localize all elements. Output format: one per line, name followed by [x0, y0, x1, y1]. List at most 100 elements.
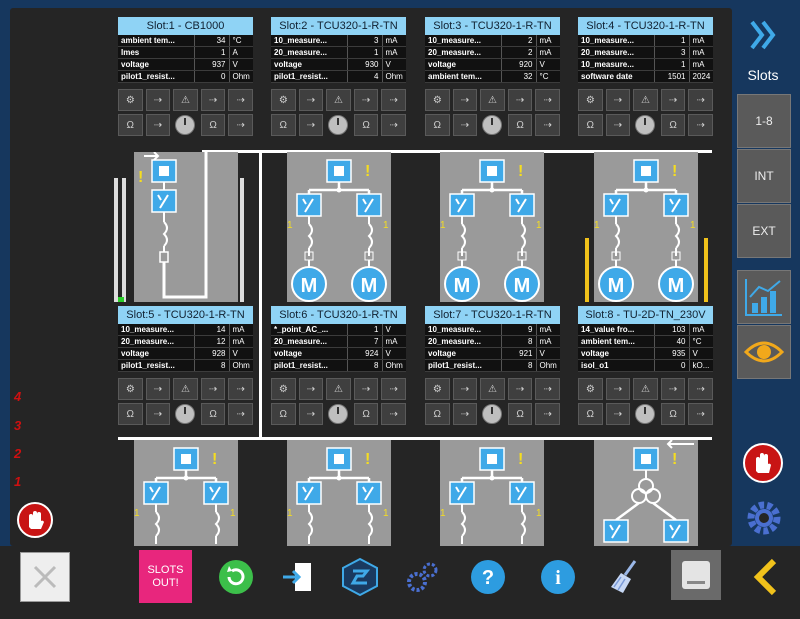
switch-icon[interactable]: ⇢: [605, 89, 631, 111]
switch-icon[interactable]: ⇢: [145, 378, 171, 400]
slot-card[interactable]: Slot:8 - TU-2D-TN_230V 14_value fro... 103…: [578, 306, 713, 425]
resistance-icon[interactable]: Ω: [118, 114, 143, 136]
slot-circuit-diagram[interactable]: ! 1 1: [134, 440, 238, 546]
switch-icon[interactable]: ⇢: [200, 89, 226, 111]
resistance-icon[interactable]: Ω: [578, 403, 603, 425]
switch-icon[interactable]: ⇢: [200, 378, 226, 400]
breaker-icon[interactable]: ⇢: [688, 114, 713, 136]
configuration-button[interactable]: [397, 552, 447, 602]
logo-button[interactable]: [335, 552, 385, 602]
switch-icon[interactable]: ⇢: [605, 403, 631, 425]
switch-icon[interactable]: ⇢: [298, 378, 324, 400]
resistance-icon[interactable]: Ω: [271, 114, 296, 136]
motor-status-icon[interactable]: ⚙: [425, 89, 450, 111]
switch-icon[interactable]: ⇢: [145, 114, 171, 136]
slots-out-button[interactable]: SLOTS OUT!: [139, 550, 192, 603]
breaker-icon[interactable]: ⇢: [228, 403, 253, 425]
slot-circuit-diagram[interactable]: !: [134, 151, 238, 302]
motor-status-icon[interactable]: ⚙: [425, 378, 450, 400]
resistance-icon[interactable]: Ω: [660, 114, 686, 136]
switch-icon[interactable]: ⇢: [298, 403, 324, 425]
settings-gear-button[interactable]: [744, 498, 784, 538]
resistance-icon[interactable]: Ω: [507, 403, 533, 425]
slot-title[interactable]: Slot:1 - CB1000: [118, 17, 253, 35]
slot-title[interactable]: Slot:2 - TCU320-1-R-TN: [271, 17, 406, 35]
breaker-icon[interactable]: ⇢: [535, 89, 560, 111]
breaker-icon[interactable]: ⇢: [228, 114, 253, 136]
slots-1-8-button[interactable]: 1-8: [737, 94, 791, 148]
slot-card[interactable]: Slot:1 - CB1000 ambient tem... 34 °C Imes 1 Av…: [118, 17, 253, 136]
warning-icon[interactable]: ⚠: [633, 89, 658, 111]
switch-icon[interactable]: ⇢: [298, 114, 324, 136]
switch-icon[interactable]: ⇢: [660, 378, 686, 400]
slot-title[interactable]: Slot:6 - TCU320-1-R-TN: [271, 306, 406, 324]
slot-card[interactable]: Slot:2 - TCU320-1-R-TN 10_measure... 3 mA 20…: [271, 17, 406, 136]
chart-view-button[interactable]: [737, 270, 791, 324]
slot-card[interactable]: Slot:5 - TCU320-1-R-TN 10_measure... 14 mA 2…: [118, 306, 253, 425]
switch-icon[interactable]: ⇢: [452, 403, 478, 425]
slot-title[interactable]: Slot:8 - TU-2D-TN_230V: [578, 306, 713, 324]
switch-icon[interactable]: ⇢: [605, 114, 631, 136]
motor-status-icon[interactable]: ⚙: [271, 89, 296, 111]
switch-icon[interactable]: ⇢: [353, 89, 379, 111]
breaker-icon[interactable]: ⇢: [228, 89, 253, 111]
expand-chevron-icon[interactable]: [746, 18, 780, 52]
resistance-icon[interactable]: Ω: [507, 114, 533, 136]
switch-icon[interactable]: ⇢: [452, 89, 478, 111]
motor-status-icon[interactable]: ⚙: [271, 378, 296, 400]
slot-card[interactable]: Slot:3 - TCU320-1-R-TN 10_measure... 2 mA 20…: [425, 17, 560, 136]
switch-icon[interactable]: ⇢: [353, 378, 379, 400]
switch-icon[interactable]: ⇢: [145, 89, 171, 111]
slot-card[interactable]: Slot:7 - TCU320-1-R-TN 10_measure... 9 mA 20…: [425, 306, 560, 425]
int-button[interactable]: INT: [737, 149, 791, 203]
emergency-stop-button-right[interactable]: [742, 442, 784, 484]
switch-icon[interactable]: ⇢: [298, 89, 324, 111]
info-button[interactable]: i: [533, 552, 583, 602]
ext-button[interactable]: EXT: [737, 204, 791, 258]
warning-icon[interactable]: ⚠: [480, 378, 505, 400]
breaker-icon[interactable]: ⇢: [688, 89, 713, 111]
slot-card[interactable]: Slot:4 - TCU320-1-R-TN 10_measure... 1 mA 20…: [578, 17, 713, 136]
breaker-icon[interactable]: ⇢: [535, 114, 560, 136]
emergency-stop-button-left[interactable]: [16, 501, 54, 539]
warning-icon[interactable]: ⚠: [326, 378, 351, 400]
switch-icon[interactable]: ⇢: [452, 114, 478, 136]
refresh-button[interactable]: [211, 552, 261, 602]
slot-card[interactable]: Slot:6 - TCU320-1-R-TN *_point_AC_... 1 V 20…: [271, 306, 406, 425]
resistance-icon[interactable]: Ω: [353, 114, 379, 136]
resistance-icon[interactable]: Ω: [200, 403, 226, 425]
resistance-icon[interactable]: Ω: [425, 114, 450, 136]
switch-icon[interactable]: ⇢: [660, 89, 686, 111]
motor-status-icon[interactable]: ⚙: [578, 378, 603, 400]
close-button[interactable]: [20, 552, 70, 602]
dial-icon[interactable]: [326, 403, 351, 425]
slot-circuit-diagram[interactable]: ! 1 1 M M: [594, 152, 698, 302]
clear-button[interactable]: [600, 552, 650, 602]
help-button[interactable]: ?: [463, 552, 513, 602]
breaker-icon[interactable]: ⇢: [381, 378, 406, 400]
motor-status-icon[interactable]: ⚙: [578, 89, 603, 111]
slot-circuit-diagram[interactable]: !: [594, 439, 698, 546]
slot-title[interactable]: Slot:7 - TCU320-1-R-TN: [425, 306, 560, 324]
slot-circuit-diagram[interactable]: ! 1 1 M M: [287, 152, 391, 302]
dial-icon[interactable]: [173, 403, 198, 425]
slot-title[interactable]: Slot:4 - TCU320-1-R-TN: [578, 17, 713, 35]
breaker-icon[interactable]: ⇢: [228, 378, 253, 400]
back-chevron-button[interactable]: [742, 552, 788, 602]
breaker-icon[interactable]: ⇢: [381, 114, 406, 136]
resistance-icon[interactable]: Ω: [118, 403, 143, 425]
slot-title[interactable]: Slot:3 - TCU320-1-R-TN: [425, 17, 560, 35]
resistance-icon[interactable]: Ω: [425, 403, 450, 425]
slot-circuit-diagram[interactable]: ! 1 1: [440, 440, 544, 546]
warning-icon[interactable]: ⚠: [173, 89, 198, 111]
resistance-icon[interactable]: Ω: [660, 403, 686, 425]
dial-icon[interactable]: [633, 403, 658, 425]
dial-icon[interactable]: [480, 403, 505, 425]
motor-status-icon[interactable]: ⚙: [118, 89, 143, 111]
breaker-icon[interactable]: ⇢: [381, 403, 406, 425]
breaker-icon[interactable]: ⇢: [535, 378, 560, 400]
dial-icon[interactable]: [173, 114, 198, 136]
warning-icon[interactable]: ⚠: [173, 378, 198, 400]
switch-icon[interactable]: ⇢: [605, 378, 631, 400]
resistance-icon[interactable]: Ω: [353, 403, 379, 425]
